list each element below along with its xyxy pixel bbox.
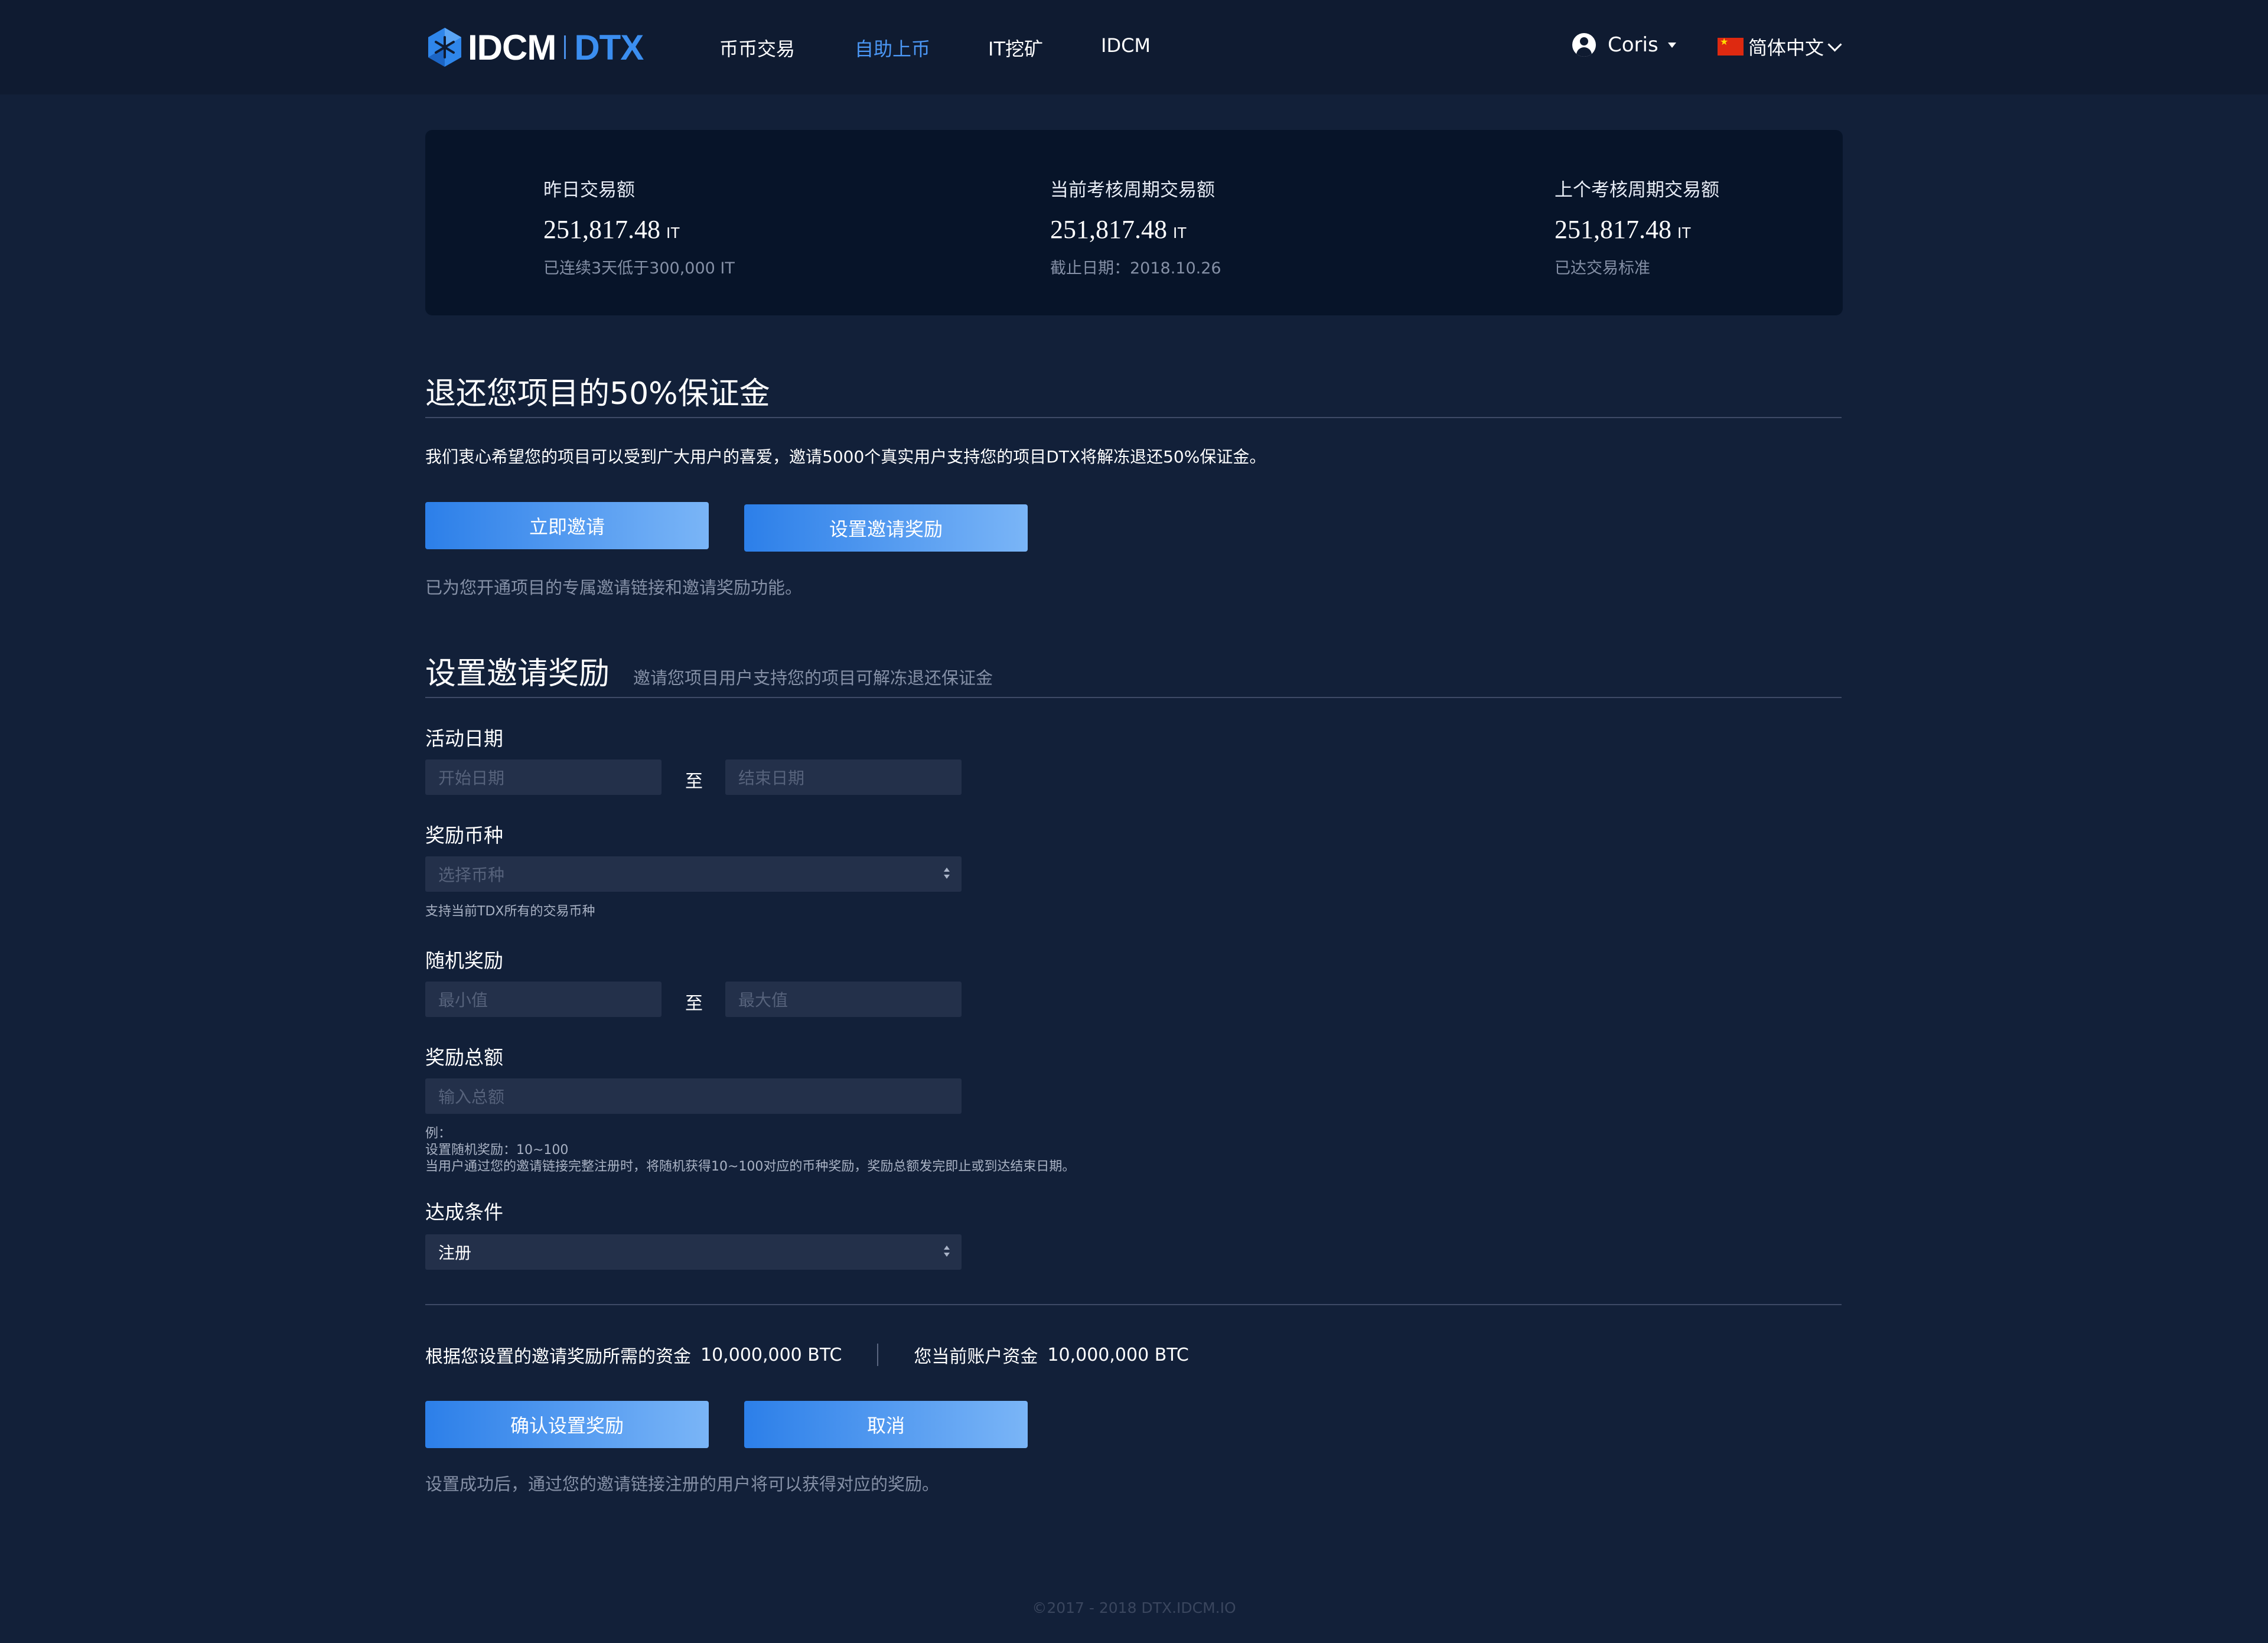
logo-divider (564, 35, 566, 59)
invite-now-button[interactable]: 立即邀请 (425, 502, 709, 549)
select-arrows-icon (944, 866, 950, 882)
chevron-down-icon (1827, 37, 1842, 52)
stat-note: 已达交易标准 (1555, 259, 1650, 278)
hint-line: 当用户通过您的邀请链接完整注册时，将随机获得10~100对应的币种奖励，奖励总额… (425, 1159, 1076, 1174)
stat-label: 当前考核周期交易额 (1050, 180, 1215, 201)
set-invite-reward-button[interactable]: 设置邀请奖励 (744, 504, 1028, 552)
max-value-input[interactable]: 最大值 (725, 982, 962, 1017)
date-range-separator: 至 (685, 771, 703, 792)
language-label: 简体中文 (1748, 37, 1824, 59)
reward-currency-select[interactable]: 选择币种 (425, 856, 962, 892)
random-range-separator: 至 (685, 993, 703, 1014)
stats-card: 昨日交易额 251,817.48 IT 已连续3天低于300,000 IT 当前考… (425, 130, 1843, 315)
funds-summary: 根据您设置的邀请奖励所需的资金 10,000,000 BTC 您当前账户资金 1… (425, 1342, 1189, 1368)
logo-brand-text: IDCM (468, 27, 556, 67)
stat-last-period: 上个考核周期交易额 251,817.48 IT 已达交易标准 (1555, 175, 1719, 278)
nav-idcm[interactable]: IDCM (1101, 34, 1151, 57)
select-value: 注册 (438, 1243, 472, 1263)
success-note: 设置成功后，通过您的邀请链接注册的用户将可以获得对应的奖励。 (425, 1474, 940, 1494)
reward-total-input[interactable]: 输入总额 (425, 1078, 962, 1114)
logo[interactable]: IDCM DTX (426, 25, 644, 70)
stat-note: 已连续3天低于300,000 IT (543, 259, 735, 278)
stat-value: 251,817.48 IT (543, 215, 680, 244)
start-date-input[interactable]: 开始日期 (425, 759, 662, 795)
currency-hint: 支持当前TDX所有的交易币种 (425, 904, 595, 919)
logo-product-text: DTX (574, 27, 644, 67)
top-header: IDCM DTX 币币交易 自助上币 IT挖矿 IDCM Coris 简体中文 (0, 0, 2268, 94)
required-funds-value: 10,000,000 BTC (700, 1344, 842, 1365)
reward-total-hint: 例： 设置随机奖励：10~100 当用户通过您的邀请链接完整注册时，将随机获得1… (425, 1126, 1075, 1175)
account-funds-label: 您当前账户资金 (914, 1347, 1038, 1367)
refund-note: 已为您开通项目的专属邀请链接和邀请奖励功能。 (425, 578, 803, 598)
nav-spot-trading[interactable]: 币币交易 (719, 34, 795, 61)
stat-note: 截止日期：2018.10.26 (1050, 259, 1221, 278)
refund-section-title: 退还您项目的50%保证金 (425, 376, 770, 412)
caret-down-icon (1667, 42, 1676, 48)
stat-yesterday: 昨日交易额 251,817.48 IT 已连续3天低于300,000 IT (543, 175, 735, 278)
stat-label: 上个考核周期交易额 (1555, 180, 1719, 201)
cancel-button[interactable]: 取消 (744, 1401, 1028, 1448)
stat-value: 251,817.48 IT (1555, 215, 1692, 244)
logo-hexagon-icon (428, 28, 461, 67)
end-date-input[interactable]: 结束日期 (725, 759, 962, 795)
required-funds-label: 根据您设置的邀请奖励所需的资金 (425, 1347, 691, 1367)
random-reward-label: 随机奖励 (425, 949, 503, 972)
stat-current-period: 当前考核周期交易额 251,817.48 IT 截止日期：2018.10.26 (1050, 175, 1221, 278)
min-value-input[interactable]: 最小值 (425, 982, 662, 1017)
reward-total-label: 奖励总额 (425, 1046, 503, 1069)
reward-section-subtitle: 邀请您项目用户支持您的项目可解冻退还保证金 (633, 668, 993, 688)
nav-self-listing[interactable]: 自助上币 (855, 34, 930, 61)
condition-select[interactable]: 注册 (425, 1234, 962, 1270)
hint-line: 设置随机奖励：10~100 (425, 1143, 569, 1158)
user-menu[interactable]: Coris (1572, 33, 1676, 57)
reward-section-title: 设置邀请奖励 (425, 656, 610, 692)
nav-it-mining[interactable]: IT挖矿 (988, 34, 1043, 61)
refund-description: 我们衷心希望您的项目可以受到广大用户的喜爱，邀请5000个真实用户支持您的项目D… (425, 447, 1266, 467)
reward-currency-label: 奖励币种 (425, 824, 503, 847)
user-avatar-icon (1572, 33, 1596, 57)
footer-copyright: ©2017 - 2018 DTX.IDCM.IO (1032, 1599, 1236, 1616)
language-selector[interactable]: 简体中文 (1718, 33, 1842, 60)
stat-label: 昨日交易额 (543, 180, 635, 201)
summary-divider (877, 1344, 879, 1366)
reward-section-header: 设置邀请奖励 邀请您项目用户支持您的项目可解冻退还保证金 (425, 648, 993, 693)
hint-line: 例： (425, 1126, 452, 1141)
select-arrows-icon (944, 1244, 950, 1260)
cn-flag-icon (1718, 36, 1744, 56)
user-name: Coris (1608, 33, 1658, 57)
account-funds-value: 10,000,000 BTC (1047, 1344, 1189, 1365)
activity-date-label: 活动日期 (425, 727, 503, 750)
confirm-reward-button[interactable]: 确认设置奖励 (425, 1401, 709, 1448)
condition-label: 达成条件 (425, 1201, 503, 1224)
section-divider (425, 697, 1842, 698)
section-divider (425, 1304, 1842, 1305)
select-placeholder: 选择币种 (438, 865, 505, 885)
stat-value: 251,817.48 IT (1050, 215, 1187, 244)
section-divider (425, 417, 1842, 418)
